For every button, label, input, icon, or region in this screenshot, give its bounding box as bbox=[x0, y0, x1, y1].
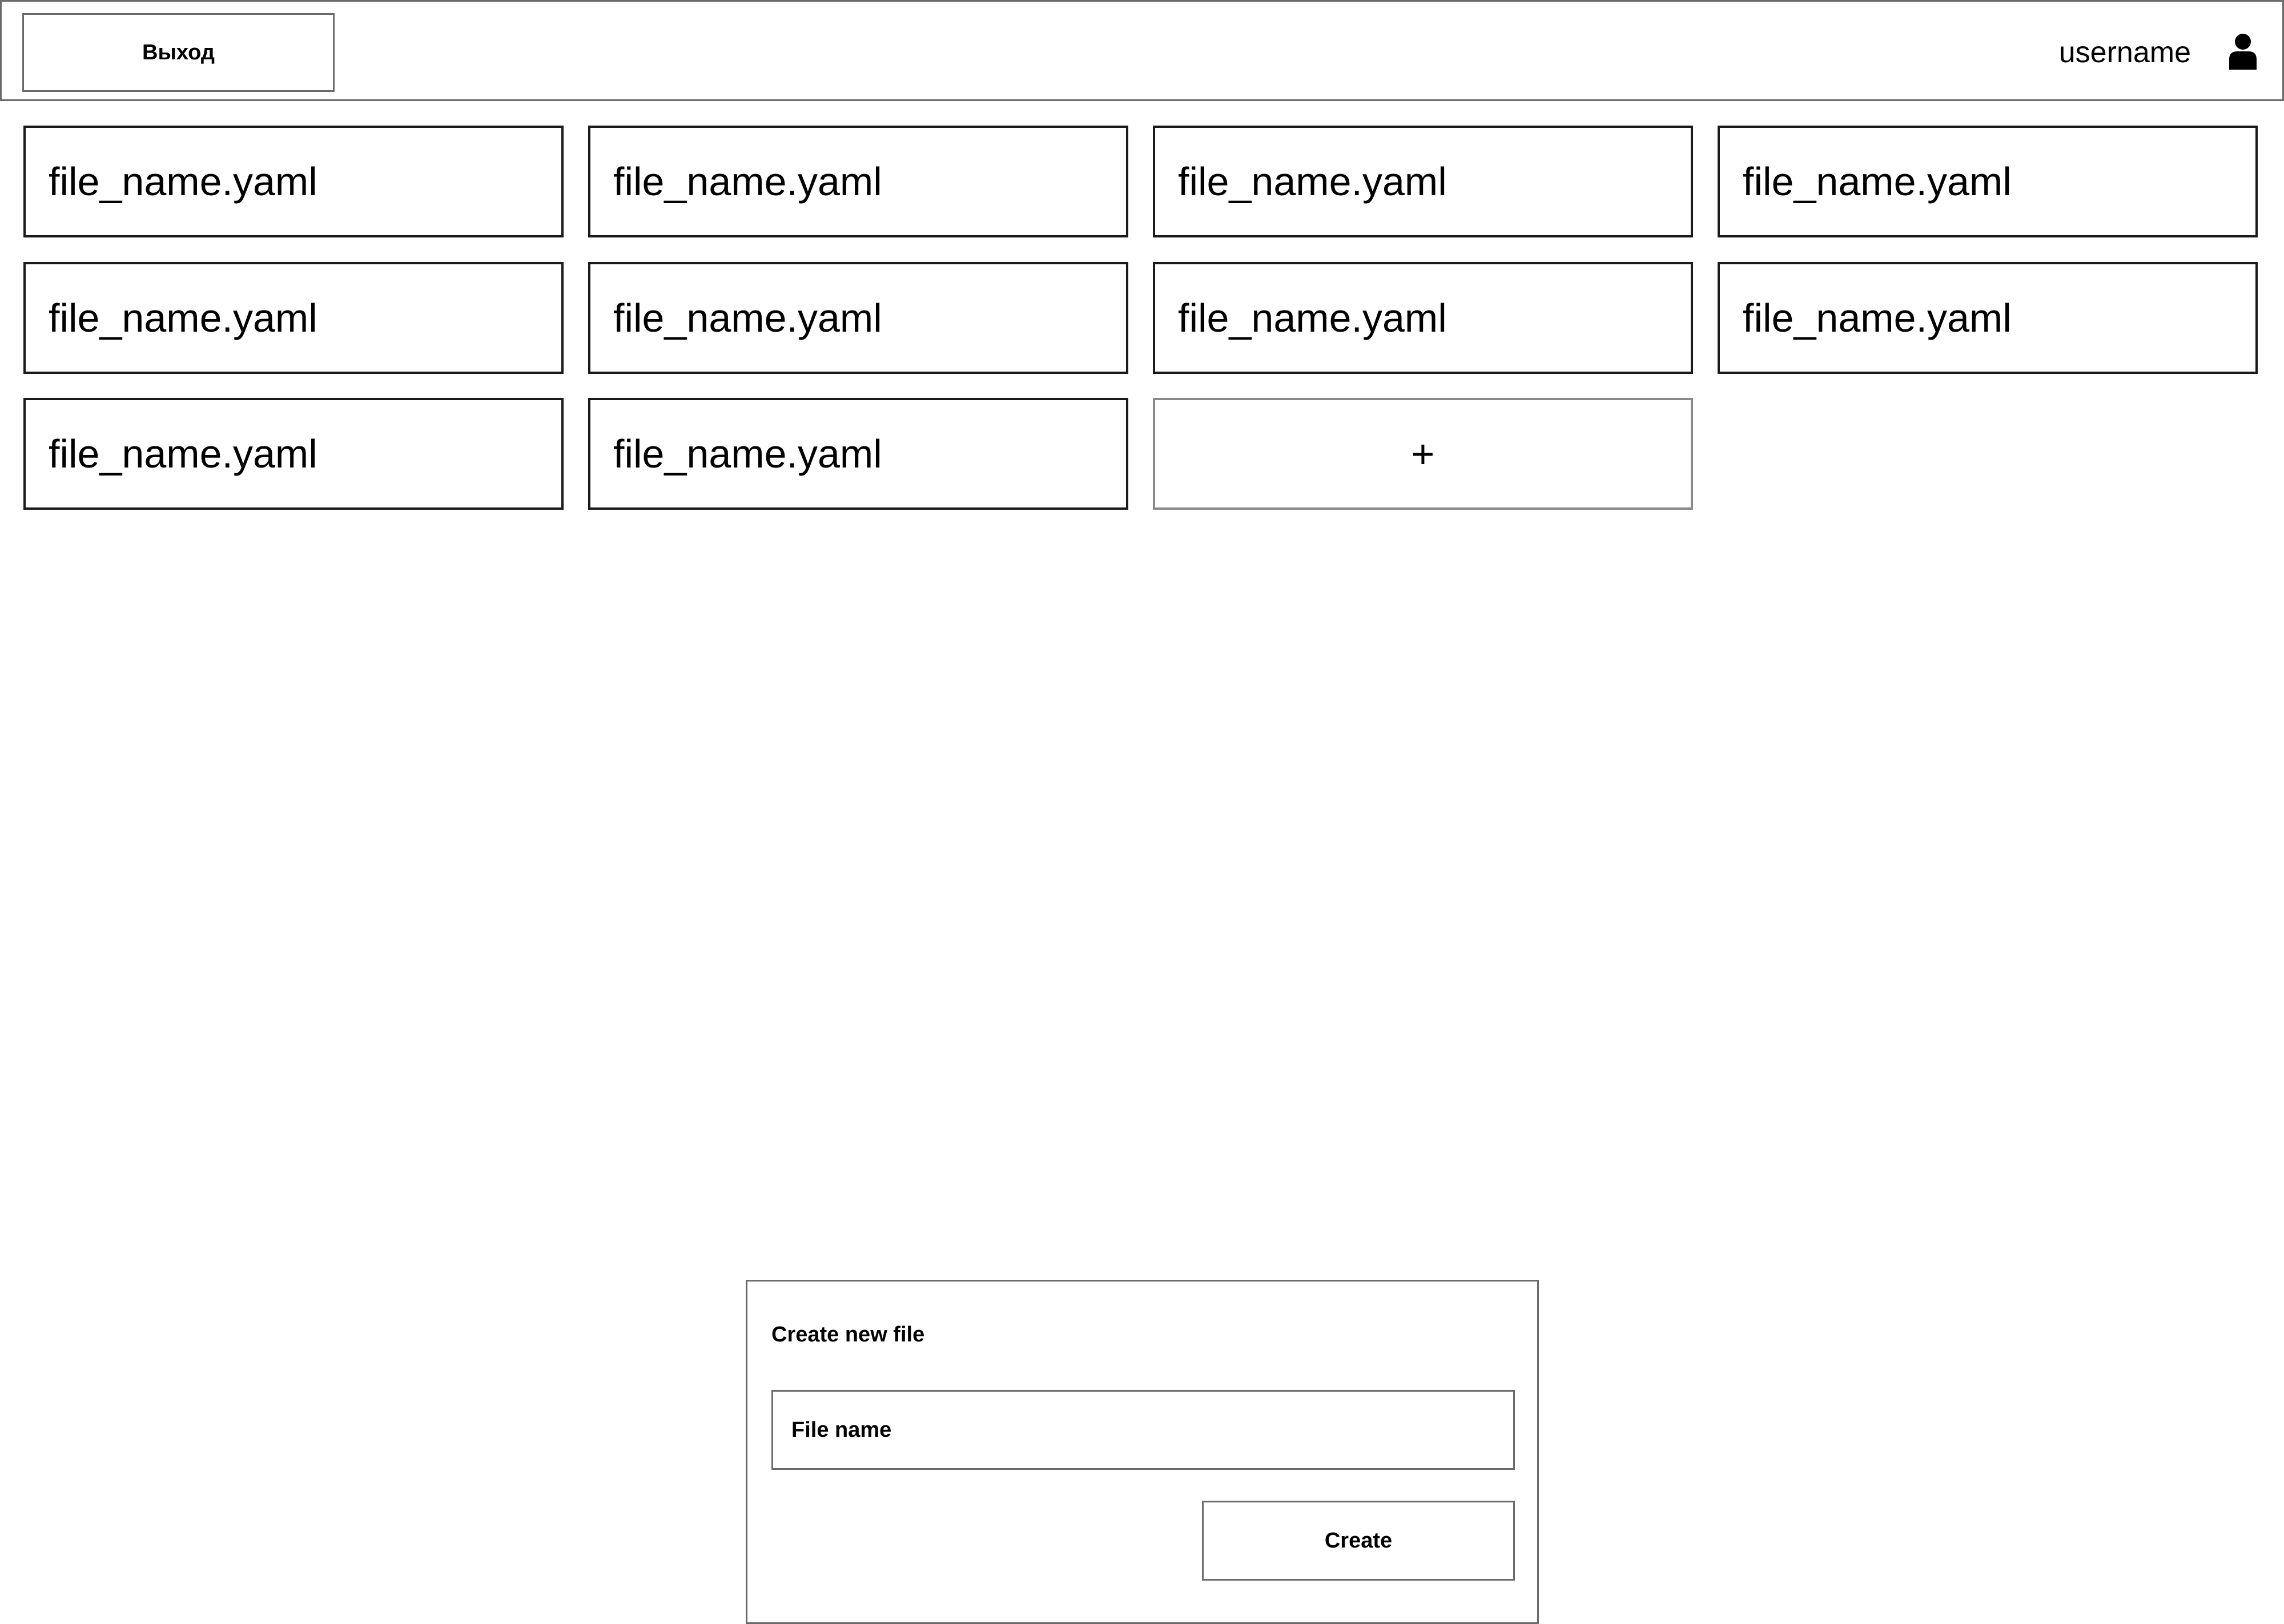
create-button[interactable]: Create bbox=[1202, 1501, 1515, 1581]
file-tile[interactable]: file_name.yaml bbox=[588, 126, 1128, 237]
file-tile[interactable]: file_name.yaml bbox=[1153, 262, 1693, 374]
file-tile-name: file_name.yaml bbox=[1743, 296, 2012, 340]
file-tile[interactable]: file_name.yaml bbox=[23, 262, 564, 374]
top-bar: Выход username bbox=[0, 0, 2284, 101]
file-name-input[interactable] bbox=[771, 1390, 1515, 1470]
plus-icon: + bbox=[1411, 432, 1435, 476]
file-tile[interactable]: file_name.yaml bbox=[1718, 126, 2258, 237]
create-file-dialog: Create new file Create bbox=[746, 1280, 1539, 1624]
file-tile-name: file_name.yaml bbox=[49, 432, 317, 476]
file-tile[interactable]: file_name.yaml bbox=[23, 398, 564, 510]
username-label: username bbox=[2058, 36, 2191, 69]
file-tile-name: file_name.yaml bbox=[49, 296, 317, 340]
add-file-button[interactable]: + bbox=[1153, 398, 1693, 510]
file-tile-name: file_name.yaml bbox=[613, 296, 882, 340]
exit-button[interactable]: Выход bbox=[22, 13, 335, 92]
file-tile-name: file_name.yaml bbox=[49, 159, 317, 204]
file-tile[interactable]: file_name.yaml bbox=[588, 262, 1128, 374]
file-tile[interactable]: file_name.yaml bbox=[1718, 262, 2258, 374]
file-tile-name: file_name.yaml bbox=[613, 159, 882, 204]
file-tile-name: file_name.yaml bbox=[613, 432, 882, 476]
file-tile[interactable]: file_name.yaml bbox=[588, 398, 1128, 510]
file-tile-name: file_name.yaml bbox=[1178, 159, 1447, 204]
file-tile[interactable]: file_name.yaml bbox=[1153, 126, 1693, 237]
user-icon[interactable] bbox=[2227, 33, 2259, 70]
file-tile-name: file_name.yaml bbox=[1743, 159, 2012, 204]
file-tile[interactable]: file_name.yaml bbox=[23, 126, 564, 237]
dialog-title: Create new file bbox=[771, 1323, 925, 1347]
file-tile-name: file_name.yaml bbox=[1178, 296, 1447, 340]
